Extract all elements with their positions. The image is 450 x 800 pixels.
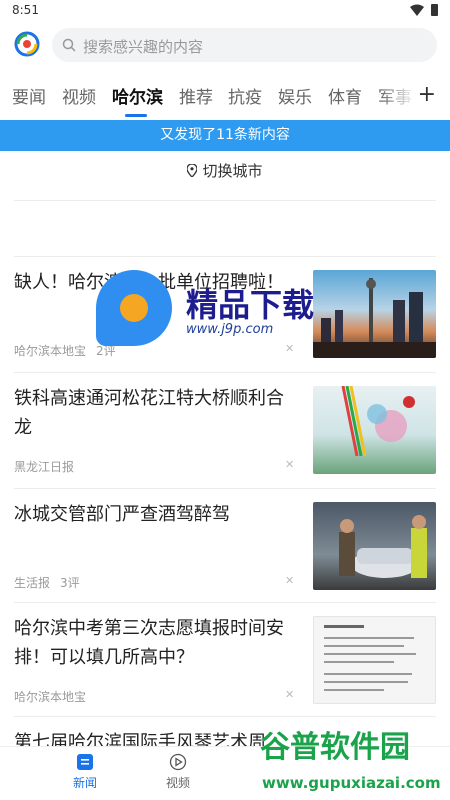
news-meta: 哈尔滨本地宝 [14,688,86,705]
divider [14,488,436,489]
news-comments: 2评 [96,344,116,358]
bottom-nav-news-label: 新闻 [72,776,97,790]
news-item[interactable]: 铁科高速通河松花江特大桥顺利合龙 黑龙江日报 ✕ [0,374,450,488]
news-source: 黑龙江日报 [14,460,75,474]
tab-sports[interactable]: 体育 [328,83,362,108]
watermark-gupu-url: www.gupuxiazai.com [262,774,441,792]
battery-icon [431,4,438,16]
news-title[interactable]: 冰城交管部门严查酒驾醉驾 [14,500,294,529]
watermark-gupu: 谷普软件园 www.gupuxiazai.com [252,722,450,800]
tab-video[interactable]: 视频 [62,83,96,108]
active-tab-indicator [125,114,147,117]
bottom-nav-news[interactable]: 新闻 [55,753,115,791]
new-content-banner[interactable]: 又发现了11条新内容 [0,120,450,151]
news-meta: 黑龙江日报 [14,458,74,475]
switch-city-label: 切换城市 [202,162,263,180]
divider [14,372,436,373]
close-icon[interactable]: ✕ [285,574,294,587]
divider [14,200,436,201]
watermark-gupu-text: 谷普软件园 [260,730,410,765]
document-image [324,625,416,691]
news-source: 生活报 [14,576,51,590]
search-row: 搜索感兴趣的内容 [0,26,450,66]
add-channel-icon[interactable]: + [418,82,436,107]
status-bar: 8:51 [0,0,450,22]
news-thumbnail[interactable] [313,616,436,704]
status-time: 8:51 [12,3,39,17]
news-item[interactable]: 冰城交管部门严查酒驾醉驾 生活报 3评 ✕ [0,490,450,604]
close-icon[interactable]: ✕ [285,342,294,355]
play-icon [169,753,187,771]
news-thumbnail[interactable] [313,502,436,590]
news-thumbnail[interactable] [313,386,436,474]
watermark-logo [96,270,172,346]
watermark-dot [120,294,148,322]
location-pin-icon [187,164,198,177]
bottom-nav-video[interactable]: 视频 [148,753,208,791]
news-title[interactable]: 铁科高速通河松花江特大桥顺利合龙 [14,384,294,442]
switch-city-button[interactable]: 切换城市 [0,160,450,190]
news-thumbnail[interactable] [313,270,436,358]
search-icon [62,38,76,52]
news-icon [77,754,93,770]
bridge-ceremony-image [341,386,415,457]
tabs-fade [380,76,416,116]
app-logo[interactable] [14,31,40,57]
divider [14,716,436,717]
divider [14,256,436,257]
tab-recommend[interactable]: 推荐 [179,83,213,108]
close-icon[interactable]: ✕ [285,688,294,701]
news-source: 哈尔滨本地宝 [14,344,87,358]
tab-anti-epidemic[interactable]: 抗疫 [228,83,262,108]
news-comments: 3评 [60,576,80,590]
tab-harbin[interactable]: 哈尔滨 [112,83,163,108]
tab-entertainment[interactable]: 娱乐 [278,83,312,108]
news-title[interactable]: 哈尔滨中考第三次志愿填报时间安排！可以填几所高中？ [14,614,294,672]
wifi-icon [410,4,424,16]
news-item[interactable]: 哈尔滨中考第三次志愿填报时间安排！可以填几所高中？ 哈尔滨本地宝 ✕ [0,604,450,718]
city-skyline-image [313,278,436,358]
news-meta: 生活报 3评 [14,574,80,591]
divider [14,602,436,603]
watermark-url: www.j9p.com [186,322,274,337]
watermark-brand: 精品下载 [186,286,315,324]
close-icon[interactable]: ✕ [285,458,294,471]
news-source: 哈尔滨本地宝 [14,690,87,704]
search-placeholder: 搜索感兴趣的内容 [83,38,204,56]
police-check-image [339,515,427,578]
bottom-nav-video-label: 视频 [165,776,190,790]
search-input[interactable]: 搜索感兴趣的内容 [52,28,437,62]
tab-news[interactable]: 要闻 [12,83,46,108]
